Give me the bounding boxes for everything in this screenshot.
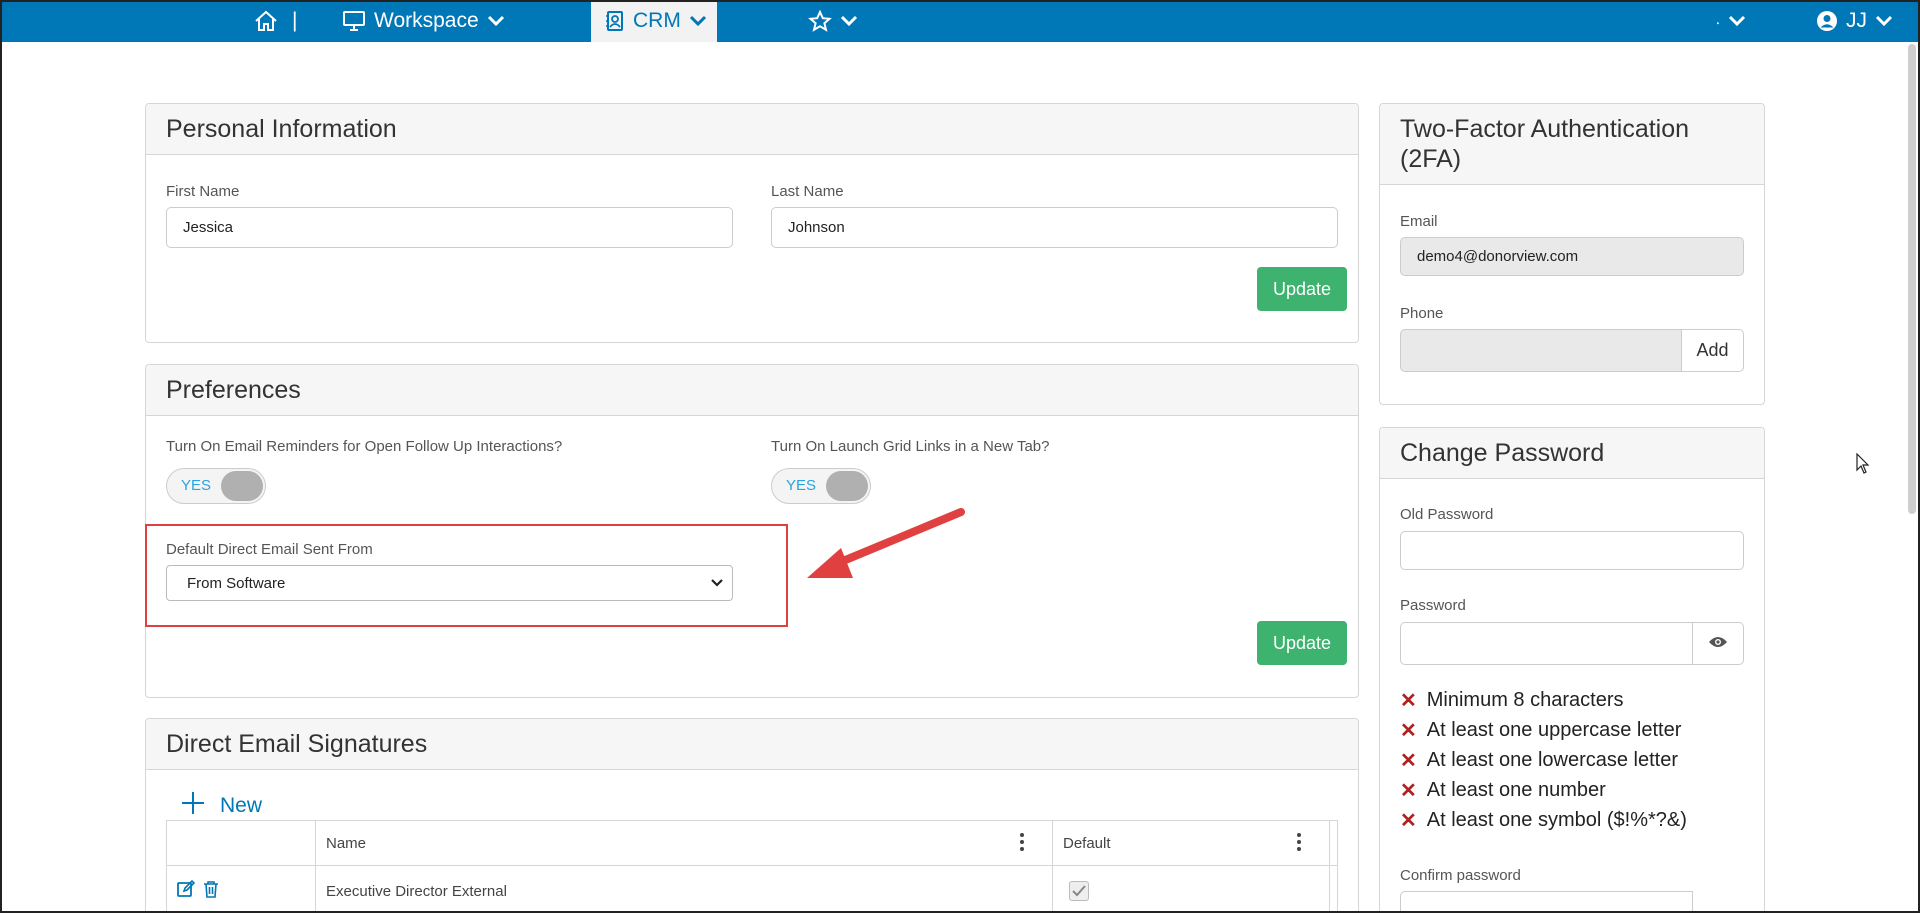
- password-label: Password: [1400, 597, 1466, 614]
- requirement-text: Minimum 8 characters: [1426, 689, 1624, 711]
- update-preferences-button[interactable]: Update: [1257, 621, 1347, 665]
- check-icon: [1072, 885, 1086, 897]
- home-nav[interactable]: |: [254, 0, 297, 42]
- grid-actions-header: [167, 821, 316, 865]
- show-password-button[interactable]: [1692, 622, 1744, 665]
- annotation-arrow: [807, 508, 965, 578]
- x-mark-icon: ✕: [1400, 720, 1417, 742]
- email-reminders-label: Turn On Email Reminders for Open Follow …: [166, 438, 563, 455]
- home-icon[interactable]: [254, 10, 278, 32]
- grid-header-row: Name Default: [167, 821, 1337, 866]
- star-icon: [808, 10, 832, 32]
- toggle-knob: [826, 471, 868, 501]
- row-actions: [167, 866, 316, 913]
- user-avatar-icon: [1816, 10, 1838, 32]
- page-scrollbar[interactable]: [1908, 44, 1916, 514]
- grid-links-toggle[interactable]: YES: [771, 468, 871, 504]
- old-password-input[interactable]: [1400, 531, 1744, 570]
- nav-separator: |: [292, 9, 298, 32]
- twofa-phone-input[interactable]: [1400, 329, 1682, 372]
- panel-title: Change Password: [1380, 428, 1764, 479]
- monitor-icon: [342, 10, 366, 32]
- old-password-label: Old Password: [1400, 506, 1494, 523]
- workspace-menu[interactable]: Workspace: [342, 0, 505, 42]
- sent-from-label: Default Direct Email Sent From: [166, 541, 373, 558]
- trash-icon[interactable]: [203, 880, 219, 902]
- requirement-item: ✕ At least one number: [1400, 778, 1606, 803]
- twofa-email-label: Email: [1400, 213, 1438, 230]
- first-name-input[interactable]: Jessica: [166, 207, 733, 248]
- column-menu-icon[interactable]: [1297, 833, 1301, 855]
- misc-label: ⸳: [1716, 12, 1720, 29]
- chevron-down-icon: [689, 15, 707, 27]
- requirement-item: ✕ At least one symbol ($!%*?&): [1400, 808, 1687, 833]
- grid-header-default[interactable]: Default: [1053, 821, 1330, 865]
- crm-label: CRM: [633, 9, 681, 32]
- toggle-state: YES: [181, 477, 212, 494]
- chevron-down-icon: [1728, 15, 1746, 27]
- row-name-cell: Executive Director External: [316, 866, 1053, 913]
- email-reminders-toggle[interactable]: YES: [166, 468, 266, 504]
- toggle-state: YES: [786, 477, 817, 494]
- chevron-down-icon: [840, 15, 858, 27]
- requirement-item: ✕ Minimum 8 characters: [1400, 688, 1623, 713]
- panel-title: Personal Information: [146, 104, 1358, 155]
- mouse-cursor-icon: [1856, 453, 1870, 474]
- default-checkbox[interactable]: [1069, 881, 1089, 901]
- last-name-label: Last Name: [771, 183, 844, 200]
- update-personal-button[interactable]: Update: [1257, 267, 1347, 311]
- column-default-label: Default: [1063, 834, 1111, 852]
- user-menu[interactable]: JJ: [1816, 0, 1893, 42]
- panel-title: Two-Factor Authentication (2FA): [1380, 104, 1764, 185]
- panel-title: Preferences: [146, 365, 1358, 416]
- requirement-text: At least one uppercase letter: [1426, 719, 1682, 741]
- grid-header-name[interactable]: Name: [316, 821, 1053, 865]
- confirm-password-label: Confirm password: [1400, 867, 1521, 884]
- crm-menu[interactable]: CRM: [591, 0, 717, 42]
- chevron-down-icon: [487, 15, 505, 27]
- signatures-grid: Name Default Executive Director External: [166, 820, 1338, 913]
- first-name-label: First Name: [166, 183, 240, 200]
- plus-icon: [180, 790, 206, 822]
- row-default-cell: [1053, 866, 1330, 913]
- new-signature-button[interactable]: New: [180, 790, 262, 822]
- add-phone-button[interactable]: Add: [1681, 329, 1744, 372]
- x-mark-icon: ✕: [1400, 690, 1417, 712]
- user-initials: JJ: [1846, 9, 1867, 32]
- grid-links-label: Turn On Launch Grid Links in a New Tab?: [771, 438, 1050, 455]
- contact-card-icon: [605, 10, 625, 32]
- edit-icon[interactable]: [177, 879, 196, 902]
- last-name-input[interactable]: Johnson: [771, 207, 1338, 248]
- requirement-text: At least one symbol ($!%*?&): [1426, 809, 1687, 831]
- requirement-item: ✕ At least one uppercase letter: [1400, 718, 1681, 743]
- notifications-menu[interactable]: ⸳: [1716, 0, 1746, 42]
- requirement-text: At least one lowercase letter: [1426, 749, 1679, 771]
- column-menu-icon[interactable]: [1020, 833, 1024, 855]
- top-navigation-bar: | Workspace CRM ⸳ JJ: [0, 0, 1920, 42]
- chevron-down-icon: [1875, 15, 1893, 27]
- requirement-item: ✕ At least one lowercase letter: [1400, 748, 1678, 773]
- twofa-phone-label: Phone: [1400, 305, 1444, 322]
- new-label: New: [220, 794, 263, 817]
- table-row: Executive Director External: [167, 866, 1337, 913]
- panel-title: Direct Email Signatures: [146, 719, 1358, 770]
- chevron-down-icon: [710, 576, 724, 594]
- sent-from-value: From Software: [187, 574, 286, 592]
- twofa-email-input[interactable]: demo4@donorview.com: [1400, 237, 1744, 276]
- password-input[interactable]: [1400, 622, 1693, 665]
- x-mark-icon: ✕: [1400, 780, 1417, 802]
- column-name-label: Name: [326, 834, 367, 852]
- x-mark-icon: ✕: [1400, 750, 1417, 772]
- confirm-password-input[interactable]: [1400, 891, 1693, 913]
- requirement-text: At least one number: [1426, 779, 1606, 801]
- sent-from-select[interactable]: From Software: [166, 565, 733, 601]
- eye-icon: [1708, 633, 1728, 654]
- change-password-panel: Change Password: [1379, 427, 1765, 913]
- workspace-label: Workspace: [374, 9, 479, 32]
- favorites-menu[interactable]: [808, 0, 858, 42]
- x-mark-icon: ✕: [1400, 810, 1417, 832]
- toggle-knob: [221, 471, 263, 501]
